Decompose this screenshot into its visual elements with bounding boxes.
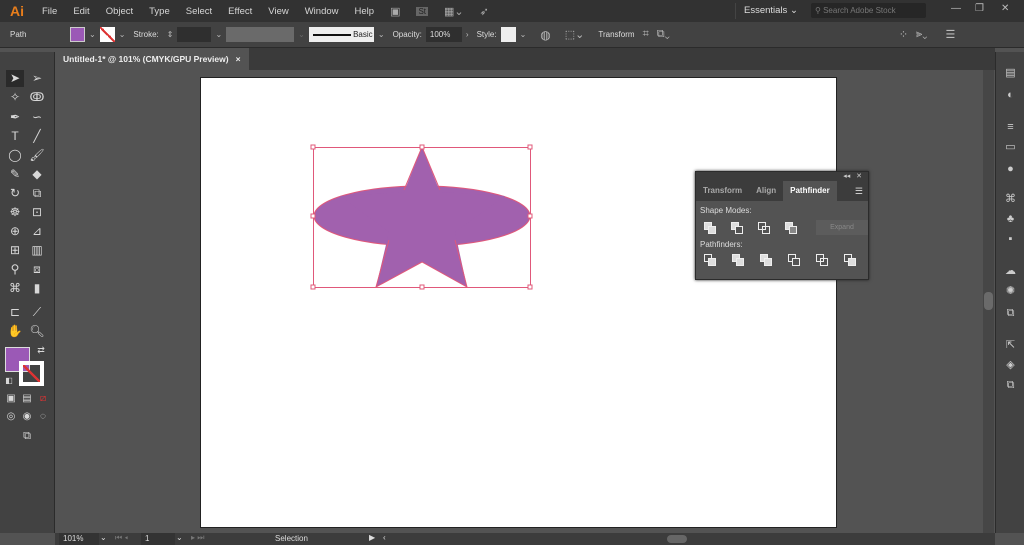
exclude-icon[interactable] (785, 221, 798, 234)
minus-front-icon[interactable] (731, 221, 744, 234)
zoom-level-input[interactable]: 101% (59, 533, 99, 545)
last-artboard-icon[interactable]: ▸ ⏭ (191, 533, 204, 543)
artboard-number-input[interactable]: 1 (141, 533, 175, 545)
gradient-panel-icon[interactable]: ▭ (1003, 140, 1018, 154)
color-guide-icon[interactable]: ◐ (1003, 88, 1018, 102)
symbols-icon[interactable]: ♣ (1003, 212, 1018, 226)
panel-menu-icon[interactable]: ☰ (855, 181, 868, 201)
handle[interactable] (527, 284, 533, 290)
merge-icon[interactable] (760, 254, 773, 266)
tab-transform[interactable]: Transform (696, 181, 749, 201)
status-menu-icon[interactable]: ▶ (369, 533, 375, 542)
graphic-styles-icon[interactable]: ▪ (1003, 232, 1018, 246)
panel-titlebar[interactable]: ◂◂ ✕ (696, 172, 868, 181)
close-panel-icon[interactable]: ✕ (856, 173, 862, 180)
current-tool-status[interactable]: Selection (275, 534, 308, 543)
divide-icon[interactable] (704, 254, 717, 266)
pathfinders-label: Pathfinders: (700, 240, 743, 249)
crop-icon[interactable] (788, 254, 801, 266)
handle[interactable] (419, 144, 425, 150)
tab-pathfinder[interactable]: Pathfinder (783, 181, 837, 201)
outline-icon[interactable] (816, 254, 829, 266)
vertical-scrollbar[interactable] (983, 70, 994, 533)
artboard-dropdown-icon[interactable]: ⌄ (176, 533, 183, 542)
properties-icon[interactable]: ▤ (1003, 66, 1018, 80)
expand-button[interactable]: Expand (816, 220, 868, 235)
tab-align[interactable]: Align (749, 181, 783, 201)
panel-dock: ▤ ◐ ≡ ▭ ● ⌘ ♣ ▪ ☁ ✺ ⧉ ⇱ ◈ ⧉ (995, 52, 1024, 533)
layers-icon[interactable]: ◈ (1003, 358, 1018, 372)
zoom-dropdown-icon[interactable]: ⌄ (100, 533, 107, 542)
collapse-panel-icon[interactable]: ◂◂ (843, 173, 850, 180)
unite-icon[interactable] (704, 221, 717, 234)
handle[interactable] (310, 144, 316, 150)
links-icon[interactable]: ⧉ (1003, 306, 1018, 320)
brushes-icon[interactable]: ⌘ (1003, 192, 1018, 206)
shape-modes-label: Shape Modes: (700, 206, 752, 215)
handle[interactable] (527, 213, 533, 219)
handle[interactable] (419, 284, 425, 290)
libraries-icon[interactable]: ☁ (1003, 264, 1018, 278)
artwork-layer (310, 144, 533, 290)
handle[interactable] (527, 144, 533, 150)
stroke-panel-icon[interactable]: ≡ (1003, 120, 1018, 134)
status-bar: 101% ⌄ ⏮ ◂ 1 ⌄ ▸ ⏭ Selection ▶ ‹ (55, 533, 995, 545)
handle[interactable] (310, 213, 316, 219)
artboards-icon[interactable]: ⧉ (1003, 378, 1018, 392)
handle[interactable] (310, 284, 316, 290)
minus-back-icon[interactable] (844, 254, 857, 266)
horizontal-scroll-thumb[interactable] (667, 535, 687, 543)
color-themes-icon[interactable]: ✺ (1003, 284, 1018, 298)
scroll-left-icon[interactable]: ‹ (383, 533, 386, 542)
appearance-icon[interactable]: ● (1003, 162, 1018, 176)
export-icon[interactable]: ⇱ (1003, 338, 1018, 352)
pathfinder-panel: ◂◂ ✕ Transform Align Pathfinder ☰ Shape … (695, 171, 869, 280)
trim-icon[interactable] (732, 254, 745, 266)
intersect-icon[interactable] (758, 221, 771, 234)
scroll-thumb[interactable] (984, 292, 993, 310)
selected-compound-shape[interactable] (313, 146, 531, 289)
first-artboard-icon[interactable]: ⏮ ◂ (115, 533, 128, 543)
